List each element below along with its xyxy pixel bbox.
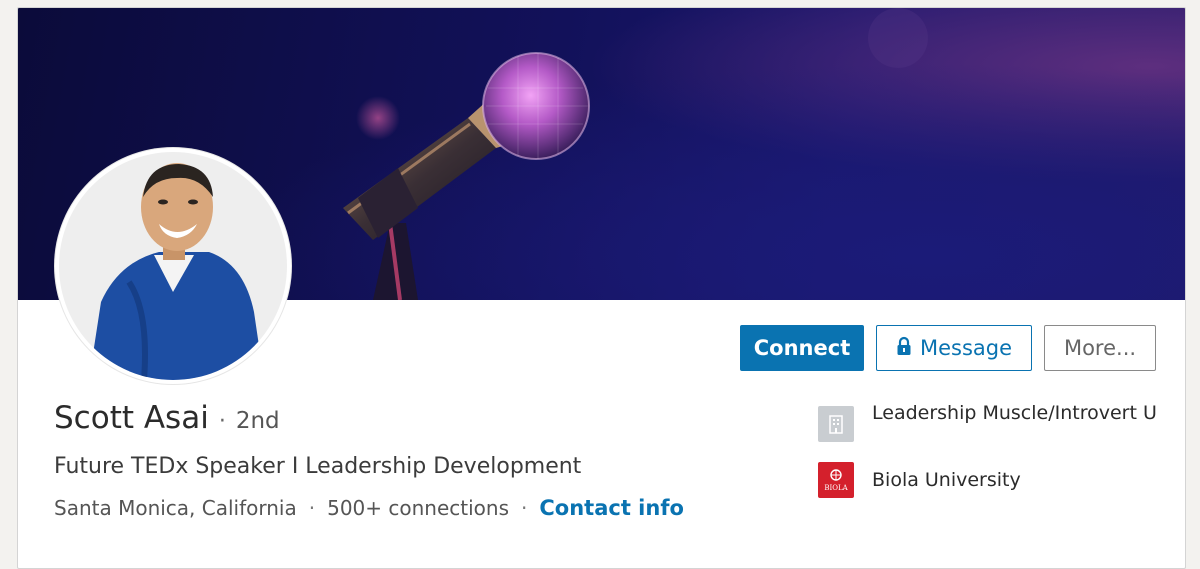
experience-item-company[interactable]: Leadership Muscle/Introvert U	[818, 399, 1158, 442]
contact-info-link[interactable]: Contact info	[539, 496, 684, 520]
more-button[interactable]: More...	[1044, 325, 1156, 371]
location: Santa Monica, California	[54, 496, 297, 520]
profile-name: Scott Asai	[54, 400, 209, 436]
message-label: Message	[919, 336, 1013, 360]
lock-icon	[896, 336, 912, 361]
profile-photo[interactable]	[55, 148, 291, 384]
name-separator: ·	[218, 409, 226, 434]
profile-headline: Future TEDx Speaker I Leadership Develop…	[54, 454, 582, 479]
svg-text:BIOLA: BIOLA	[824, 484, 848, 492]
message-button[interactable]: Message	[876, 325, 1032, 371]
connect-label: Connect	[753, 336, 851, 360]
experience-school-name: Biola University	[872, 469, 1021, 491]
connect-button[interactable]: Connect	[740, 325, 864, 371]
profile-card: Connect Message More... Scott Asai · 2nd…	[17, 7, 1186, 569]
connections-count[interactable]: 500+ connections	[327, 496, 509, 520]
location-separator: ·	[308, 496, 316, 520]
connection-degree: 2nd	[235, 408, 280, 434]
name-row: Scott Asai · 2nd	[54, 400, 280, 436]
experience-item-education[interactable]: BIOLA Biola University	[818, 462, 1158, 498]
company-building-icon	[818, 406, 854, 442]
biola-logo: BIOLA	[818, 462, 854, 498]
avatar	[59, 152, 287, 380]
contact-separator: ·	[521, 496, 528, 520]
location-row: Santa Monica, California · 500+ connecti…	[54, 496, 684, 520]
experience-company-name: Leadership Muscle/Introvert U	[872, 402, 1157, 424]
more-label: More...	[1063, 336, 1137, 360]
